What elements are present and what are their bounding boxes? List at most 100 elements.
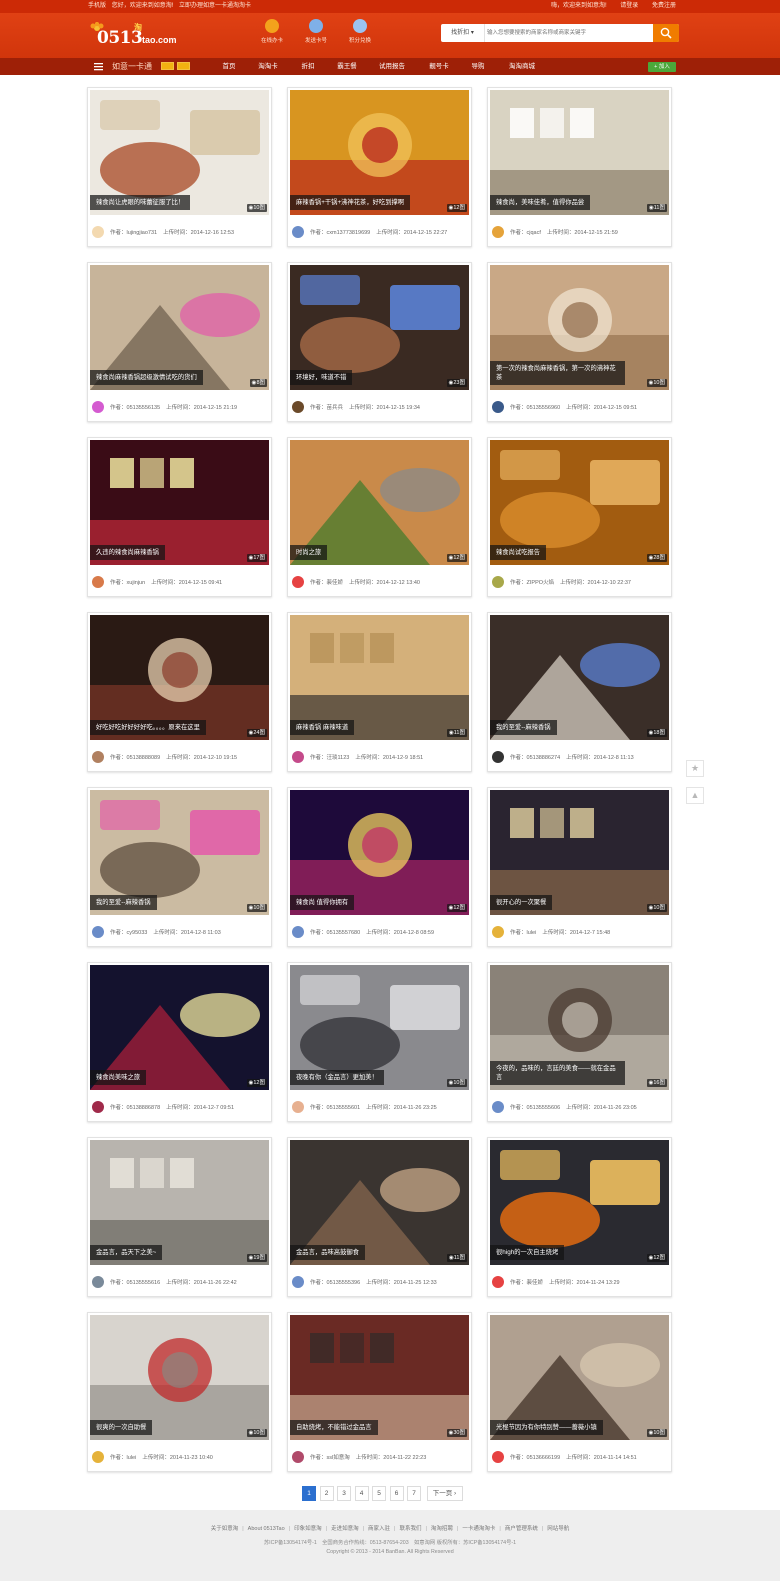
author-name[interactable]: 裴佳娇 xyxy=(527,1280,544,1286)
review-card[interactable]: 辣食尚 值得你拥有 ◉12图 作者：05135557680 上传时间：2014-12-… xyxy=(287,787,472,947)
author-name[interactable]: 05138888089 xyxy=(127,755,161,761)
page-6-button[interactable]: 6 xyxy=(389,1486,404,1501)
review-photo[interactable]: 金品言，品天下之美~ ◉19图 xyxy=(90,1140,269,1265)
review-card[interactable]: 金品言，品味高鼓御食 ◉11图 作者：05135555396 上传时间：2014-11… xyxy=(287,1137,472,1297)
nav-item-3[interactable]: 折扣 xyxy=(298,58,318,75)
register-link[interactable]: 免费注册 xyxy=(652,3,676,9)
review-photo[interactable]: 夜晚有你（金品言）更加美！ ◉10图 xyxy=(290,965,469,1090)
nav-item-5[interactable]: 试用报告 xyxy=(376,58,408,75)
author-name[interactable]: cjqacf xyxy=(527,230,541,236)
review-photo[interactable]: 辣食尚，美味佳肴，值得你品尝 ◉11图 xyxy=(490,90,669,215)
avatar[interactable] xyxy=(492,226,504,238)
page-7-button[interactable]: 7 xyxy=(407,1486,421,1501)
footer-link-3[interactable]: 印象如意淘 xyxy=(294,1524,322,1532)
footer-link-7[interactable]: 淘淘招聘 xyxy=(431,1524,453,1532)
review-caption[interactable]: 辣食尚试吃报告 xyxy=(490,545,547,560)
review-caption[interactable]: 光棍节因为有你特别赞——蔷薇小镇 xyxy=(490,1420,603,1435)
avatar[interactable] xyxy=(92,926,104,938)
review-caption[interactable]: 辣食尚麻辣香锅超级激情试吃的货们 xyxy=(90,370,203,385)
avatar[interactable] xyxy=(292,1276,304,1288)
review-photo[interactable]: 辣食尚试吃报告 ◉28图 xyxy=(490,440,669,565)
avatar[interactable] xyxy=(292,1451,304,1463)
next-page-button[interactable]: 下一页 › xyxy=(426,1486,463,1501)
review-photo[interactable]: 我的至爱--麻辣香锅 ◉18图 xyxy=(490,615,669,740)
search-category-select[interactable]: 找折扣 ▾ xyxy=(441,24,485,42)
review-card[interactable]: 好吃好吃好好好好吃。。。。原来在这里 ◉24图 作者：05138888089 上传时间… xyxy=(87,612,272,772)
review-photo[interactable]: 自助烧烤，不能错过金品言 ◉30图 xyxy=(290,1315,469,1440)
nav-item-4[interactable]: 霸王餐 xyxy=(334,58,360,75)
nav-item-2[interactable]: 淘淘卡 xyxy=(255,58,281,75)
review-caption[interactable]: 很开心的一次聚餐 xyxy=(490,895,553,910)
review-card[interactable]: 辣食尚麻辣香锅超级激情试吃的货们 ◉8图 作者：05135556135 上传时间：20… xyxy=(87,262,272,422)
review-photo[interactable]: 很爽的一次自助餐 ◉10图 xyxy=(90,1315,269,1440)
author-name[interactable]: 05135555396 xyxy=(327,1280,361,1286)
mobile-link[interactable]: 手机版 xyxy=(88,3,106,9)
review-caption[interactable]: 辣食尚，美味佳肴，值得你品尝 xyxy=(490,195,591,210)
review-card[interactable]: 光棍节因为有你特别赞——蔷薇小镇 ◉10图 作者：05136666199 上传时间：2… xyxy=(487,1312,672,1472)
page-1-button[interactable]: 1 xyxy=(302,1486,316,1501)
footer-link-9[interactable]: 商户管理系统 xyxy=(505,1524,538,1532)
author-name[interactable]: 汪琰1123 xyxy=(327,755,350,761)
review-caption[interactable]: 金品言，品味高鼓御食 xyxy=(290,1245,365,1260)
review-caption[interactable]: 好吃好吃好好好好吃。。。。原来在这里 xyxy=(90,720,206,735)
nav-item-6[interactable]: 靓号卡 xyxy=(426,58,452,75)
author-name[interactable]: 05138886878 xyxy=(127,1105,161,1111)
review-caption[interactable]: 金品言，品天下之美~ xyxy=(90,1245,163,1260)
favorite-icon[interactable]: ★ xyxy=(686,760,704,777)
review-photo[interactable]: 麻辣香锅 麻辣味道 ◉11图 xyxy=(290,615,469,740)
review-caption[interactable]: 辣食尚让虎眼的味蕾征服了比！ xyxy=(90,195,191,210)
menu-icon[interactable] xyxy=(94,62,103,71)
avatar[interactable] xyxy=(92,1451,104,1463)
avatar[interactable] xyxy=(292,1101,304,1113)
avatar[interactable] xyxy=(492,1276,504,1288)
nav-item-7[interactable]: 导购 xyxy=(468,58,488,75)
avatar[interactable] xyxy=(292,576,304,588)
author-name[interactable]: xujinjun xyxy=(127,580,146,586)
review-caption[interactable]: 时尚之旅 xyxy=(290,545,328,560)
apply-card-link[interactable]: 立即办理如意一卡通淘淘卡 xyxy=(179,3,251,9)
author-name[interactable]: 05135555606 xyxy=(527,1105,561,1111)
author-name[interactable]: 05135555601 xyxy=(327,1105,361,1111)
review-card[interactable]: 很开心的一次聚餐 ◉10图 作者：lulei 上传时间：2014-12-7 15:48 xyxy=(487,787,672,947)
avatar[interactable] xyxy=(92,751,104,763)
avatar[interactable] xyxy=(92,401,104,413)
author-name[interactable]: 裴佳娇 xyxy=(327,580,344,586)
review-card[interactable]: 辣食尚让虎眼的味蕾征服了比！ ◉10图 作者：lujingjiao731 上传时间：2… xyxy=(87,87,272,247)
page-5-button[interactable]: 5 xyxy=(372,1486,386,1501)
footer-link-5[interactable]: 商家入驻 xyxy=(368,1524,390,1532)
author-name[interactable]: 05135556960 xyxy=(527,405,561,411)
footer-link-1[interactable]: 关于如意淘 xyxy=(211,1524,239,1532)
author-name[interactable]: ssl如意淘 xyxy=(327,1455,350,1461)
review-card[interactable]: 我的至爱--麻辣香锅 ◉10图 作者：cy95033 上传时间：2014-12-8 1… xyxy=(87,787,272,947)
review-photo[interactable]: 辣食尚让虎眼的味蕾征服了比！ ◉10图 xyxy=(90,90,269,215)
author-name[interactable]: lulei xyxy=(127,1455,137,1461)
footer-link-10[interactable]: 网站导航 xyxy=(547,1524,569,1532)
review-caption[interactable]: 久违的辣食尚麻辣香锅 xyxy=(90,545,165,560)
review-photo[interactable]: 辣食尚美味之旅 ◉12图 xyxy=(90,965,269,1090)
review-card[interactable]: 很high的一次自主烧烤 ◉12图 作者：裴佳娇 上传时间：2014-11-24 13… xyxy=(487,1137,672,1297)
review-caption[interactable]: 麻辣香锅 麻辣味道 xyxy=(290,720,355,735)
review-photo[interactable]: 很开心的一次聚餐 ◉10图 xyxy=(490,790,669,915)
author-name[interactable]: 05135556135 xyxy=(127,405,161,411)
review-caption[interactable]: 今夜的，品味的，言廷的美食——就在金品言 xyxy=(490,1061,625,1085)
review-card[interactable]: 麻辣香锅 麻辣味道 ◉11图 作者：汪琰1123 上传时间：2014-12-9 18:… xyxy=(287,612,472,772)
nav-item-1[interactable]: 首页 xyxy=(219,58,239,75)
join-button[interactable]: + 加入 xyxy=(648,62,676,72)
review-card[interactable]: 今夜的，品味的，言廷的美食——就在金品言 ◉16图 作者：05135555606 上传… xyxy=(487,962,672,1122)
review-caption[interactable]: 很high的一次自主烧烤 xyxy=(490,1245,565,1260)
review-card[interactable]: 环境好，味道不错 ◉23图 作者：苗兵兵 上传时间：2014-12-15 19:34 xyxy=(287,262,472,422)
avatar[interactable] xyxy=(492,401,504,413)
site-logo[interactable]: 淘 0513 tao.com xyxy=(90,22,190,52)
review-caption[interactable]: 夜晚有你（金品言）更加美！ xyxy=(290,1070,384,1085)
review-photo[interactable]: 我的至爱--麻辣香锅 ◉10图 xyxy=(90,790,269,915)
review-caption[interactable]: 辣食尚美味之旅 xyxy=(90,1070,147,1085)
review-photo[interactable]: 麻辣香锅+干锅+沸神花茶，好吃到撑啊 ◉12图 xyxy=(290,90,469,215)
footer-link-4[interactable]: 走进如意淘 xyxy=(331,1524,359,1532)
author-name[interactable]: lujingjiao731 xyxy=(127,230,158,236)
review-caption[interactable]: 麻辣香锅+干锅+沸神花茶，好吃到撑啊 xyxy=(290,195,411,210)
footer-link-6[interactable]: 联系我们 xyxy=(399,1524,421,1532)
review-caption[interactable]: 第一次的辣食尚麻辣香锅，第一次的沸神花茶 xyxy=(490,361,625,385)
avatar[interactable] xyxy=(492,926,504,938)
review-card[interactable]: 金品言，品天下之美~ ◉19图 作者：05135555616 上传时间：2014-11… xyxy=(87,1137,272,1297)
review-card[interactable]: 辣食尚，美味佳肴，值得你品尝 ◉11图 作者：cjqacf 上传时间：2014-12-… xyxy=(487,87,672,247)
